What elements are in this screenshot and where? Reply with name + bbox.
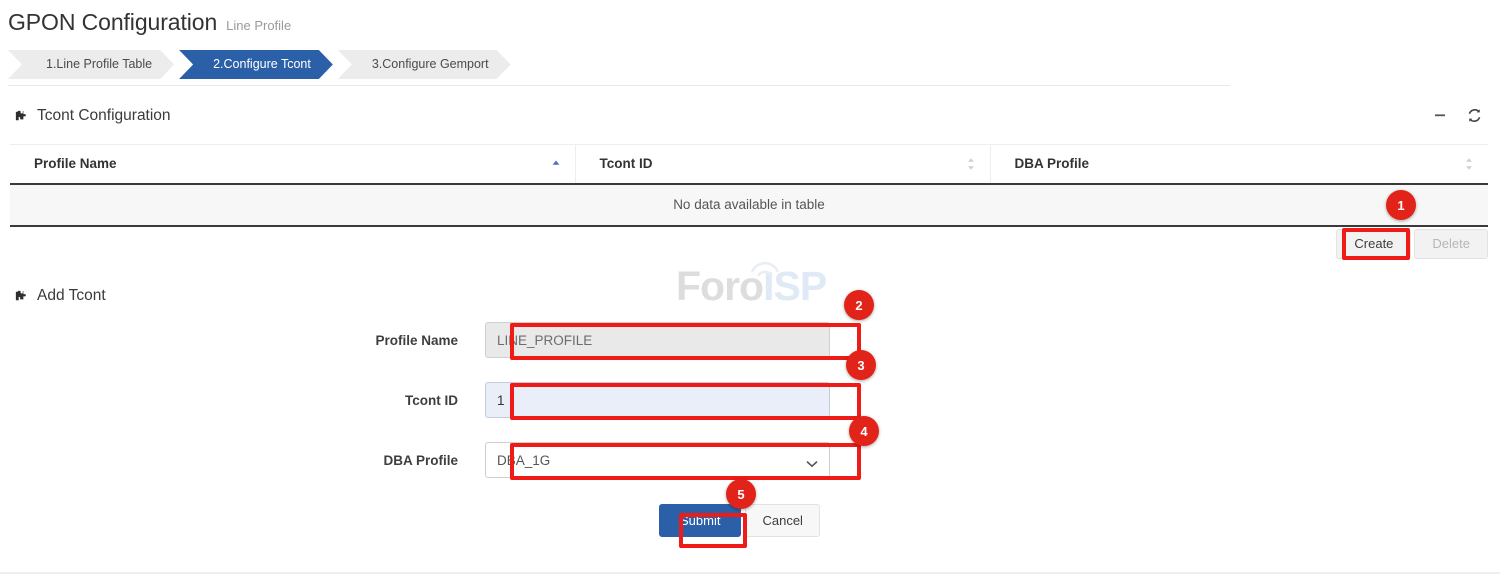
cancel-button[interactable]: Cancel	[745, 504, 819, 537]
delete-button: Delete	[1414, 229, 1488, 259]
steps-divider	[8, 85, 1230, 86]
page-subtitle: Line Profile	[226, 18, 291, 33]
tcont-table: Profile Name Tcont ID	[10, 144, 1488, 227]
annotation-badge-1: 1	[1386, 190, 1416, 220]
column-header-dba-profile[interactable]: DBA Profile	[990, 145, 1488, 185]
column-header-profile-name[interactable]: Profile Name	[10, 145, 575, 185]
table-row: No data available in table	[10, 184, 1488, 226]
minimize-icon[interactable]	[1432, 107, 1448, 123]
step-configure-tcont[interactable]: 2.Configure Tcont	[179, 50, 333, 79]
tcont-configuration-heading: Tcont Configuration	[14, 107, 171, 125]
table-header-row: Profile Name Tcont ID	[10, 145, 1488, 185]
form-row-tcont-id: Tcont ID	[0, 380, 1500, 420]
add-tcont-form: Profile Name Tcont ID DBA Profile DBA_1G	[0, 320, 1500, 540]
step-line-profile-table[interactable]: 1.Line Profile Table	[8, 50, 174, 79]
label-profile-name: Profile Name	[0, 333, 485, 348]
empty-table-message: No data available in table	[10, 184, 1488, 226]
profile-name-input[interactable]	[485, 322, 830, 358]
page-title: GPON Configuration	[8, 9, 217, 36]
add-tcont-title: Add Tcont	[37, 287, 106, 305]
annotation-badge-3: 3	[846, 350, 876, 380]
panel-tools	[1432, 107, 1482, 123]
table-body: No data available in table	[10, 184, 1488, 226]
field-holder-dba-profile: DBA_1G	[485, 442, 830, 478]
field-holder-profile-name	[485, 322, 830, 358]
tcont-configuration-title: Tcont Configuration	[37, 107, 171, 125]
table-head: Profile Name Tcont ID	[10, 145, 1488, 185]
foroisp-watermark: ForoISP	[676, 258, 836, 314]
page-header: GPON Configuration Line Profile	[8, 9, 291, 36]
step-wizard: 1.Line Profile Table 2.Configure Tcont 3…	[8, 50, 516, 79]
watermark-text-secondary: ISP	[763, 263, 826, 309]
sort-asc-icon	[551, 157, 561, 171]
wifi-arc-icon	[748, 258, 782, 285]
form-row-profile-name: Profile Name	[0, 320, 1500, 360]
column-label: Tcont ID	[600, 156, 653, 171]
puzzle-icon	[14, 289, 29, 304]
annotation-badge-2: 2	[844, 290, 874, 320]
gpon-configuration-page: GPON Configuration Line Profile 1.Line P…	[0, 0, 1500, 574]
tcont-table-wrapper: Profile Name Tcont ID	[10, 144, 1488, 227]
form-buttons: Submit Cancel	[485, 504, 820, 537]
form-row-dba-profile: DBA Profile DBA_1G	[0, 440, 1500, 480]
sort-none-icon	[966, 157, 976, 171]
dba-profile-select[interactable]: DBA_1G	[485, 442, 830, 478]
refresh-icon[interactable]	[1466, 107, 1482, 123]
submit-button[interactable]: Submit	[659, 504, 741, 537]
add-tcont-heading: Add Tcont	[14, 287, 106, 305]
annotation-badge-5: 5	[726, 479, 756, 509]
field-holder-tcont-id	[485, 382, 830, 418]
watermark-text-primary: Foro	[676, 263, 763, 309]
column-header-tcont-id[interactable]: Tcont ID	[575, 145, 990, 185]
table-action-buttons: Create Delete	[1336, 229, 1488, 259]
label-tcont-id: Tcont ID	[0, 393, 485, 408]
label-dba-profile: DBA Profile	[0, 453, 485, 468]
column-label: DBA Profile	[1015, 156, 1090, 171]
tcont-id-input[interactable]	[485, 382, 830, 418]
step-configure-gemport[interactable]: 3.Configure Gemport	[338, 50, 511, 79]
sort-none-icon	[1464, 157, 1474, 171]
puzzle-icon	[14, 109, 29, 124]
column-label: Profile Name	[34, 156, 117, 171]
create-button[interactable]: Create	[1336, 229, 1411, 259]
annotation-badge-4: 4	[849, 416, 879, 446]
